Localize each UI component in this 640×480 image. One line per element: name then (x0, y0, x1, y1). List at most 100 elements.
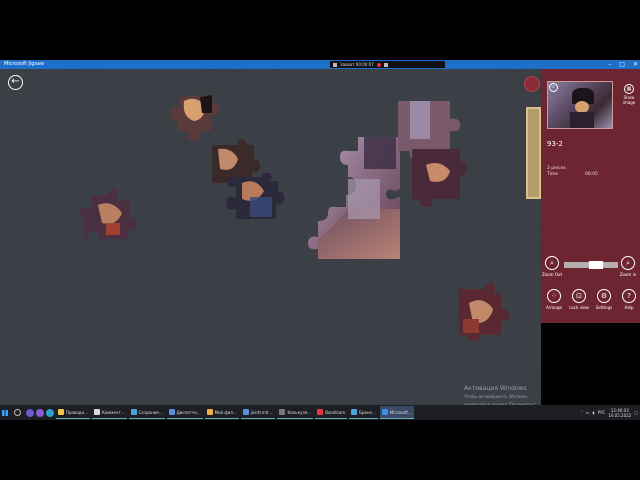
taskbar-app[interactable]: Калькуля... (277, 406, 314, 419)
app-icon (317, 409, 324, 415)
lock-view-label: Lock view (569, 305, 589, 310)
time-label: Time (547, 172, 559, 177)
assembled-puzzle-chunk[interactable] (300, 99, 475, 264)
zoom-in-label: Zoom in (619, 272, 637, 277)
tray-toggle-button[interactable] (524, 76, 540, 92)
help-button[interactable]: ? (622, 289, 636, 303)
app-icon (242, 409, 249, 415)
taskbar-app-label: Коммент... (102, 409, 125, 415)
clock-time: 12:46:03 (610, 407, 629, 413)
app-icon (58, 409, 64, 415)
gear-icon: ⚙ (600, 292, 608, 300)
taskbar-app[interactable]: Коммент... (92, 406, 127, 419)
help-icon: ? (627, 292, 631, 300)
show-image-button[interactable]: ▦ Show image (619, 84, 639, 105)
cortana-icon[interactable] (26, 408, 34, 417)
zoom-controls: ⌕ Zoom Out ⌕ Zoom in (541, 256, 638, 281)
taskbar-app[interactable]: Броне... (349, 406, 378, 419)
side-panel: ⌕ ▦ Show image 93-2 2 pieces Time 00:05 … (541, 69, 640, 323)
back-button[interactable]: ← (8, 75, 23, 90)
arrange-icon: ⁘ (551, 292, 557, 300)
screen: Microsoft Jigsaw Захват 00:00:07 – □ ✕ ← (0, 60, 640, 420)
app-icon[interactable] (36, 408, 44, 417)
taskbar-app-label: Создание... (138, 409, 163, 415)
arrange-label: Arrange (546, 305, 562, 310)
taskbar-app-label: Microsoft... (389, 409, 412, 415)
taskbar-app[interactable]: Проводн... (56, 406, 90, 419)
windows-icon (2, 409, 8, 416)
time-value: 00:05 (585, 172, 598, 177)
app-icon (94, 409, 100, 415)
app-icon (130, 409, 137, 415)
minimize-icon[interactable]: – (608, 60, 611, 69)
record-icon[interactable] (376, 62, 381, 67)
taskbar-app-label: Проводн... (66, 409, 88, 415)
app-icon (279, 409, 286, 415)
close-icon[interactable]: ✕ (633, 60, 638, 69)
zoom-out-icon: ⌕ (550, 259, 554, 267)
settings-label: Settings (595, 305, 613, 310)
zoom-slider[interactable] (564, 261, 618, 269)
magnify-icon[interactable]: ⌕ (549, 83, 558, 92)
zoom-in-button[interactable]: ⌕ (621, 256, 635, 270)
taskbar-app[interactable]: Bandicam (315, 406, 348, 419)
zoom-out-button[interactable]: ⌕ (545, 256, 559, 270)
taskbar-app[interactable]: Создание... (128, 406, 165, 419)
puzzle-piece[interactable] (222, 173, 286, 223)
volume-icon[interactable]: ◖ (593, 410, 595, 415)
clock[interactable]: 12:46:03 16.05.2022 (608, 408, 631, 418)
notifications-icon[interactable]: ▢ (634, 410, 638, 415)
tool-buttons: ⁘ Arrange ⊡ Lock view ⚙ Settings ? Help (543, 289, 638, 319)
piece-tray-tab[interactable] (526, 107, 541, 199)
language-indicator[interactable]: РУС (598, 410, 606, 415)
edge-icon[interactable] (46, 408, 54, 417)
show-image-label: Show image (622, 95, 636, 105)
taskbar-app[interactable]: Диспетче... (166, 406, 203, 419)
search-icon[interactable] (14, 409, 21, 416)
stats-labels: 2 pieces Time (547, 166, 566, 178)
zoom-out-label: Zoom Out (541, 272, 563, 277)
taskbar-app[interactable]: Microsoft... (379, 406, 414, 419)
taskbar-app[interactable]: Мой фил... (204, 406, 239, 419)
app-icon (381, 409, 388, 415)
zoom-in-icon: ⌕ (626, 259, 630, 267)
taskbar-apps: Проводн... Коммент... Создание... Диспетче.… (55, 406, 415, 419)
taskbar-app-label: jointl.md ... (250, 409, 274, 415)
taskbar-app-label: Калькуля... (287, 409, 312, 415)
taskbar-app-label: Диспетче... (176, 409, 201, 415)
zoom-slider-thumb[interactable] (588, 261, 603, 269)
lock-view-button[interactable]: ⊡ (572, 289, 586, 303)
puzzle-piece[interactable] (455, 283, 511, 341)
camera-icon[interactable] (383, 62, 388, 67)
network-icon[interactable]: ▭ (586, 410, 590, 415)
app-icon (351, 409, 358, 415)
taskbar-app-label: Bandicam (325, 409, 346, 415)
puzzle-piece[interactable] (78, 187, 138, 243)
settings-button[interactable]: ⚙ (597, 289, 611, 303)
app-icon (168, 409, 175, 415)
lock-icon: ⊡ (576, 292, 582, 300)
taskbar-app-label: Броне... (359, 409, 376, 415)
maximize-icon[interactable]: □ (619, 60, 625, 69)
puzzle-board[interactable]: ← Активация Windows Чтобы активировать W… (0, 69, 541, 407)
back-arrow-icon: ← (11, 76, 20, 87)
watermark-title: Активация Windows (464, 385, 527, 392)
taskbar-app[interactable]: jointl.md ... (240, 406, 276, 419)
window-title: Microsoft Jigsaw (4, 61, 45, 67)
chevron-up-icon[interactable]: ˄ (581, 410, 583, 415)
title-bar: Microsoft Jigsaw Захват 00:00:07 – □ ✕ (0, 60, 640, 69)
help-label: Help (624, 305, 634, 310)
pause-icon[interactable] (333, 62, 337, 67)
taskbar-app-label: Мой фил... (214, 409, 237, 415)
start-button[interactable] (0, 405, 10, 420)
image-icon: ▦ (624, 84, 634, 94)
arrange-button[interactable]: ⁘ (547, 289, 561, 303)
app-icon (206, 409, 213, 415)
system-tray: ˄ ▭ ◖ РУС 12:46:03 16.05.2022 ▢ (581, 405, 638, 420)
recorder-label: Захват 00:00:07 (340, 62, 374, 67)
clock-date: 16.05.2022 (608, 412, 632, 418)
recorder-toolbar[interactable]: Захват 00:00:07 (330, 61, 445, 68)
puzzle-id: 93-2 (547, 140, 563, 148)
empty-area (541, 323, 640, 405)
taskbar: Проводн... Коммент... Создание... Диспетче.… (0, 405, 640, 420)
